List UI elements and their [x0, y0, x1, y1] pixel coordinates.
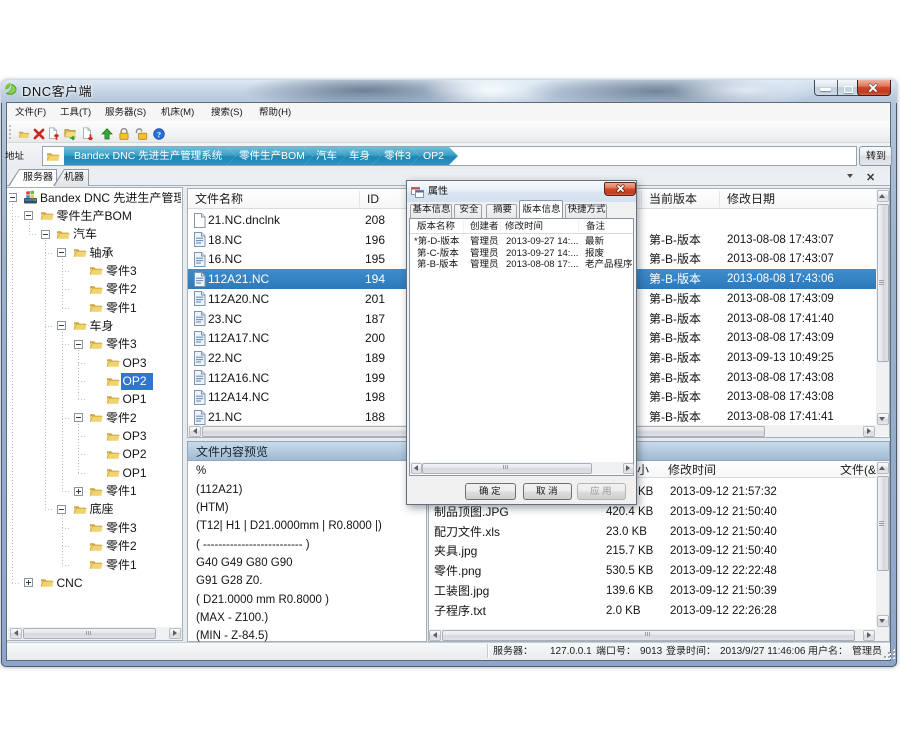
svg-text:?: ?: [157, 130, 161, 139]
